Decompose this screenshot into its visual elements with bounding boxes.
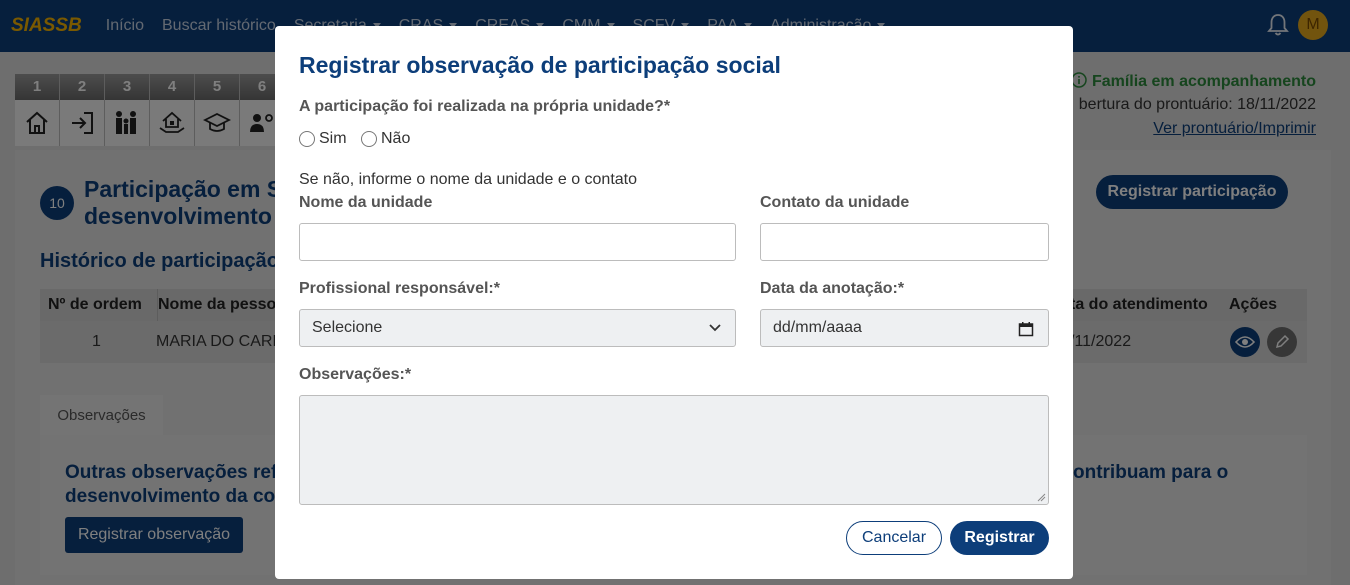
unit-contact-input[interactable] [760,223,1049,261]
calendar-icon[interactable] [1018,321,1034,337]
radio-nao[interactable]: Não [361,130,410,148]
unit-contact-label: Contato da unidade [760,194,910,211]
notes-textarea[interactable] [299,395,1049,505]
professional-label: Profissional responsável:* [299,280,500,297]
chevron-down-icon [709,324,721,332]
cancel-button[interactable]: Cancelar [846,521,942,555]
professional-select[interactable]: Selecione [299,309,736,347]
unit-hint: Se não, informe o nome da unidade e o co… [299,171,638,188]
notes-label: Observações:* [299,366,412,383]
radio-circle[interactable] [361,131,377,147]
radio-circle[interactable] [299,131,315,147]
unit-name-input[interactable] [299,223,736,261]
unit-name-label: Nome da unidade [299,194,433,211]
date-input[interactable]: dd/mm/aaaa [760,309,1049,347]
submit-button[interactable]: Registrar [950,521,1049,555]
modal-title: Registrar observação de participação soc… [299,52,781,78]
observation-modal: Registrar observação de participação soc… [275,26,1073,579]
radio-sim[interactable]: Sim [299,130,347,148]
resize-handle-icon[interactable] [1036,492,1046,502]
question-label: A participação foi realizada na própria … [299,98,671,115]
date-label: Data da anotação:* [760,280,905,297]
